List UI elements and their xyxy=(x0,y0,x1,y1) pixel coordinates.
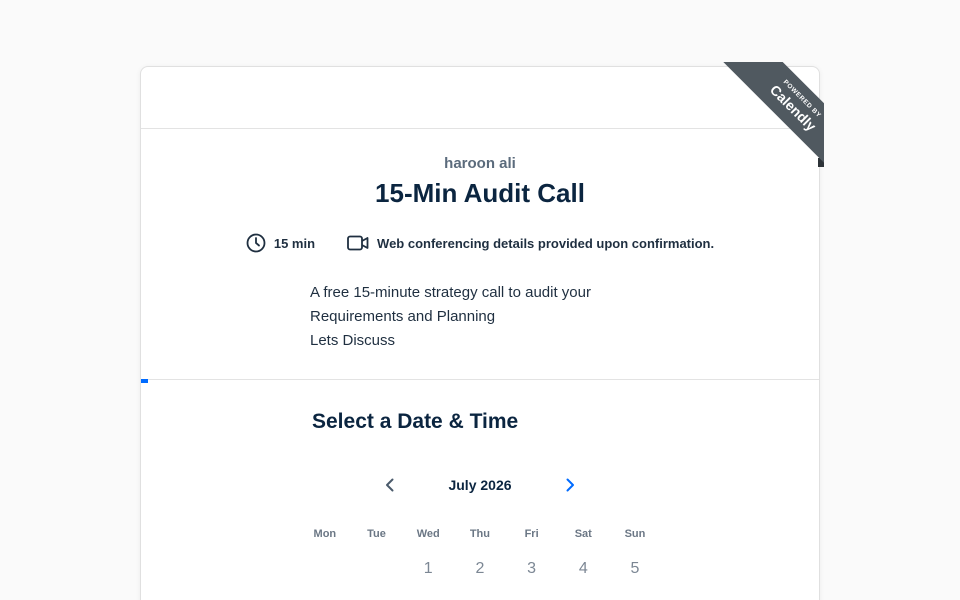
event-meta: 15 min Web conferencing details provided… xyxy=(141,233,819,253)
event-owner: haroon ali xyxy=(444,155,516,172)
next-month-button[interactable] xyxy=(555,470,585,500)
event-description: A free 15-minute strategy call to audit … xyxy=(310,281,819,353)
scheduler-heading: Select a Date & Time xyxy=(312,410,519,433)
weekday-label: Mon xyxy=(313,528,337,540)
video-camera-icon xyxy=(347,235,369,251)
duration-label: 15 min xyxy=(273,235,316,251)
calendar-day: 4 xyxy=(578,560,588,577)
description-line: Requirements and Planning xyxy=(310,308,496,325)
weekday-label: Sat xyxy=(574,528,592,540)
location-item: Web conferencing details provided upon c… xyxy=(347,235,714,251)
event-title: 15-Min Audit Call xyxy=(375,178,585,208)
calendar-day: 2 xyxy=(475,560,485,577)
weekday-label: Tue xyxy=(367,528,386,540)
booking-card: haroon ali 15-Min Audit Call 15 min Web … xyxy=(140,66,820,600)
description-line: Lets Discuss xyxy=(310,332,396,349)
month-label: July 2026 xyxy=(448,477,512,493)
weekday-label: Wed xyxy=(416,528,440,540)
month-navigation: July 2026 xyxy=(141,470,819,500)
weekday-header: Mon Tue Wed Thu Fri Sat Sun xyxy=(299,528,819,540)
description-line: A free 15-minute strategy call to audit … xyxy=(310,284,591,301)
weekday-label: Thu xyxy=(469,528,490,540)
calendar-day: 5 xyxy=(630,560,640,577)
calendar-day-empty xyxy=(299,560,351,578)
calendar-day: 3 xyxy=(527,560,537,577)
calendar-day: 1 xyxy=(423,560,433,577)
clock-icon xyxy=(246,233,266,253)
date-time-picker: Select a Date & Time July 2026 Mon Tue W… xyxy=(141,410,819,578)
card-header xyxy=(141,67,819,129)
weekday-label: Fri xyxy=(524,528,539,540)
badge-ribbon: POWERED BY Calendly xyxy=(721,62,824,167)
powered-by-calendly-badge[interactable]: POWERED BY Calendly xyxy=(719,62,824,167)
progress-indicator xyxy=(141,379,148,383)
event-details: haroon ali 15-Min Audit Call 15 min Web … xyxy=(141,129,819,383)
location-label: Web conferencing details provided upon c… xyxy=(377,235,715,251)
duration-item: 15 min xyxy=(246,233,315,253)
calendar-day-empty xyxy=(351,560,403,578)
previous-month-button[interactable] xyxy=(375,470,405,500)
weekday-label: Sun xyxy=(624,528,646,540)
chevron-left-icon xyxy=(386,478,394,492)
calendar-week-row: 1 2 3 4 5 xyxy=(299,560,819,578)
chevron-right-icon xyxy=(566,478,574,492)
